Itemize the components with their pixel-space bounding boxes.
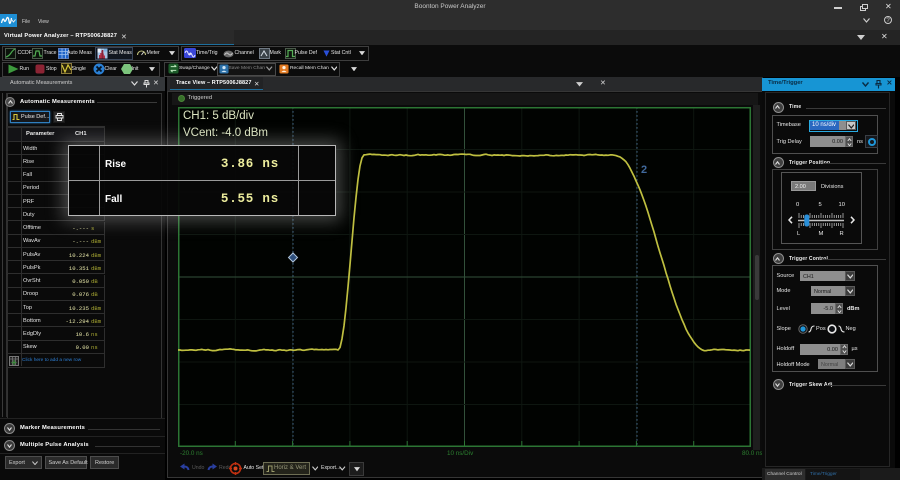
svg-text:2: 2 bbox=[641, 164, 647, 176]
